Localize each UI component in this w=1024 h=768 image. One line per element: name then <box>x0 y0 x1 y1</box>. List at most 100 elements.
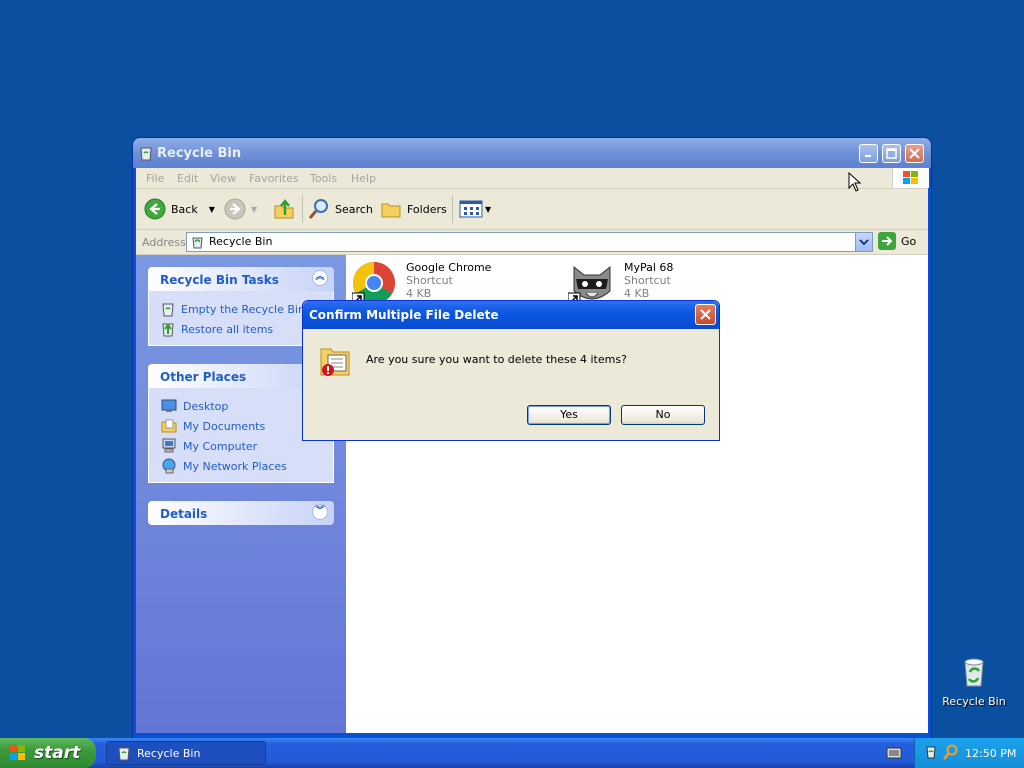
my-computer-icon <box>162 438 176 453</box>
place-label: Desktop <box>183 399 229 413</box>
file-type: Shortcut <box>406 274 453 287</box>
address-field[interactable]: Recycle Bin <box>186 232 873 252</box>
menu-edit[interactable]: Edit <box>177 172 198 185</box>
maximize-icon <box>886 148 897 159</box>
address-bar: Address Recycle Bin Go <box>136 230 928 255</box>
up-folder-button[interactable] <box>273 189 295 229</box>
search-tray-icon[interactable] <box>943 744 959 760</box>
search-button[interactable]: Search <box>308 189 373 229</box>
panel-header[interactable]: Details ︾ <box>148 501 334 525</box>
views-button[interactable]: ▼ <box>459 189 491 229</box>
windows-flag-icon <box>903 171 918 184</box>
recycle-bin-icon <box>964 658 984 687</box>
file-size: 4 KB <box>406 287 432 300</box>
forward-button[interactable]: ▼ <box>224 189 257 229</box>
close-icon <box>700 309 711 320</box>
go-arrow-icon <box>878 232 896 250</box>
forward-arrow-icon <box>224 198 246 220</box>
dialog-titlebar[interactable]: Confirm Multiple File Delete <box>303 301 719 329</box>
recycle-bin-icon <box>162 303 174 317</box>
toolbar-separator <box>302 195 303 223</box>
start-label: start <box>34 743 81 763</box>
views-icon <box>459 200 483 218</box>
views-dropdown-icon: ▼ <box>485 204 492 214</box>
dialog-message: Are you sure you want to delete these 4 … <box>366 353 627 366</box>
close-button[interactable] <box>905 144 924 163</box>
folders-icon <box>381 203 401 218</box>
menu-bar: File Edit View Favorites Tools Help <box>136 168 929 189</box>
search-icon <box>308 199 328 219</box>
details-panel: Details ︾ <box>148 501 334 525</box>
chevron-down-icon[interactable]: ︾ <box>312 504 328 520</box>
recycle-bin-icon <box>118 747 130 761</box>
forward-dropdown-icon: ▼ <box>251 204 258 214</box>
toolbar: Back ▼ ▼ Search Folders ▼ <box>136 189 928 230</box>
system-tray: 12:50 PM <box>914 738 1024 768</box>
menu-file[interactable]: File <box>146 172 164 185</box>
taskbar-item-label: Recycle Bin <box>137 746 201 760</box>
back-button[interactable]: Back ▼ <box>144 189 215 229</box>
mouse-cursor-icon <box>848 172 862 192</box>
restore-icon <box>162 323 174 337</box>
folders-button[interactable]: Folders <box>380 189 447 229</box>
folders-label: Folders <box>407 202 447 216</box>
network-tray-icon[interactable] <box>925 744 941 760</box>
back-dropdown-icon[interactable]: ▼ <box>209 205 215 214</box>
panel-title: Details <box>160 507 208 521</box>
taskbar-item-recycle-bin[interactable]: Recycle Bin <box>106 741 266 765</box>
file-name: Google Chrome <box>406 261 492 274</box>
clock: 12:50 PM <box>965 747 1017 760</box>
desktop-recycle-bin[interactable]: Recycle Bin <box>940 656 1008 708</box>
keyboard-icon[interactable] <box>886 746 902 760</box>
windows-logo <box>892 168 929 188</box>
my-network-places-icon <box>162 458 176 474</box>
close-icon <box>909 148 920 159</box>
file-type: Shortcut <box>624 274 671 287</box>
toolbar-separator <box>452 195 453 223</box>
maximize-button[interactable] <box>882 144 901 163</box>
go-label: Go <box>901 234 917 248</box>
chevron-up-icon[interactable]: ︽ <box>312 270 328 286</box>
menu-tools[interactable]: Tools <box>310 172 337 185</box>
minimize-icon <box>865 155 871 157</box>
desktop-recycle-bin-label: Recycle Bin <box>942 695 1006 708</box>
chevron-down-icon <box>859 239 869 246</box>
search-label: Search <box>335 202 373 216</box>
taskbar: start Recycle Bin 12:50 PM <box>0 738 1024 768</box>
place-label: My Network Places <box>183 459 287 473</box>
minimize-button[interactable] <box>859 144 878 163</box>
back-label: Back <box>171 202 198 216</box>
menu-help[interactable]: Help <box>351 172 376 185</box>
back-arrow-icon <box>144 198 166 220</box>
panel-title: Other Places <box>160 370 247 384</box>
dialog-close-button[interactable] <box>695 304 716 325</box>
my-network-places-link[interactable]: My Network Places <box>161 456 333 476</box>
panel-header[interactable]: Recycle Bin Tasks ︽ <box>148 267 334 291</box>
panel-title: Recycle Bin Tasks <box>160 273 279 287</box>
task-label: Restore all items <box>181 322 274 336</box>
address-dropdown-button[interactable] <box>855 233 872 251</box>
window-titlebar[interactable]: Recycle Bin <box>133 138 931 168</box>
menu-favorites[interactable]: Favorites <box>249 172 299 185</box>
address-label: Address <box>142 236 186 249</box>
dialog-title: Confirm Multiple File Delete <box>309 308 499 322</box>
start-button[interactable]: start <box>0 738 96 768</box>
no-button[interactable]: No <box>621 405 705 425</box>
desktop-icon <box>161 399 177 412</box>
window-title: Recycle Bin <box>157 146 242 161</box>
confirm-delete-dialog: Confirm Multiple File Delete Are you sur… <box>302 300 720 441</box>
delete-files-warning-icon <box>320 348 350 376</box>
my-documents-icon <box>161 419 177 433</box>
address-value: Recycle Bin <box>209 235 273 248</box>
task-label: Empty the Recycle Bin <box>181 302 305 316</box>
file-size: 4 KB <box>624 287 650 300</box>
go-button[interactable]: Go <box>878 232 916 250</box>
menu-view[interactable]: View <box>210 172 236 185</box>
recycle-bin-icon <box>140 147 152 161</box>
file-name: MyPal 68 <box>624 261 674 274</box>
recycle-bin-icon <box>192 237 203 249</box>
place-label: My Documents <box>183 419 266 433</box>
place-label: My Computer <box>183 439 258 453</box>
windows-flag-icon <box>10 745 25 760</box>
yes-button[interactable]: Yes <box>527 405 611 425</box>
